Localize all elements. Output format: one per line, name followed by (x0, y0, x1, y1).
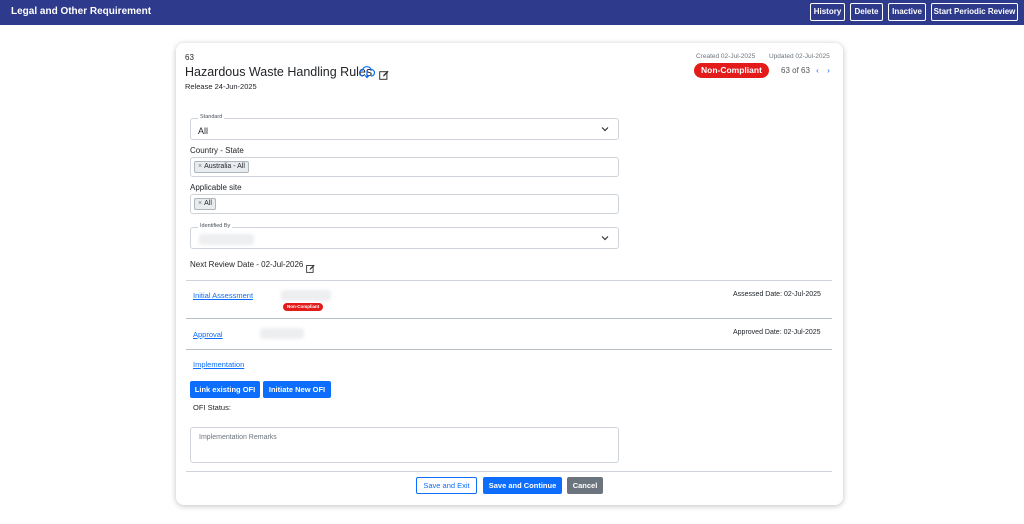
chevron-right-icon[interactable]: › (827, 66, 830, 75)
chip-remove-icon[interactable]: × (198, 163, 202, 170)
applicable-site-label: Applicable site (190, 183, 242, 192)
divider (186, 471, 832, 472)
top-nav-bar: Legal and Other Requirement History Dele… (0, 0, 1024, 25)
identified-by-redacted-value (199, 234, 254, 245)
initial-assessment-link[interactable]: Initial Assessment (193, 291, 253, 300)
save-and-exit-button[interactable]: Save and Exit (416, 477, 477, 494)
identified-by-label: Identified By (198, 223, 233, 229)
standard-select[interactable]: Standard All (190, 114, 619, 140)
identified-by-select[interactable]: Identified By (190, 223, 619, 249)
chevron-down-icon (601, 127, 609, 132)
status-badge: Non-Compliant (694, 63, 769, 78)
initial-assessment-status-badge: Non-Compliant (283, 303, 324, 311)
chevron-down-icon (601, 236, 609, 241)
release-date: Release 24-Jun-2025 (185, 82, 257, 91)
updated-date: Updated 02-Jul-2025 (769, 53, 830, 60)
divider (186, 280, 832, 281)
delete-button[interactable]: Delete (850, 3, 883, 21)
remarks-placeholder: Implementation Remarks (199, 434, 277, 441)
country-state-label: Country - State (190, 146, 244, 155)
country-state-select[interactable]: × Australia - All (190, 157, 619, 177)
next-review-date: Next Review Date - 02-Jul-2026 (190, 260, 304, 269)
implementation-remarks-textarea[interactable]: Implementation Remarks (190, 427, 619, 463)
record-title: Hazardous Waste Handling Rules (185, 65, 373, 79)
edit-icon[interactable] (306, 260, 315, 273)
chevron-left-icon[interactable]: ‹ (816, 66, 819, 75)
cloud-download-icon[interactable] (358, 65, 376, 79)
save-and-continue-button[interactable]: Save and Continue (483, 477, 562, 494)
pager-count: 63 of 63 (781, 66, 810, 75)
divider (186, 318, 832, 319)
edit-icon[interactable] (379, 67, 389, 80)
country-chip[interactable]: × Australia - All (194, 161, 249, 173)
approver-redacted (260, 328, 304, 339)
site-chip[interactable]: × All (194, 198, 216, 210)
inactive-button[interactable]: Inactive (888, 3, 926, 21)
approved-date: Approved Date: 02-Jul-2025 (733, 329, 821, 336)
requirement-card: 63 Hazardous Waste Handling Rules Releas… (176, 43, 843, 505)
cancel-button[interactable]: Cancel (567, 477, 603, 494)
ofi-status-label: OFI Status: (193, 403, 231, 412)
standard-value: All (198, 126, 209, 136)
record-pager: 63 of 63 ‹ › (781, 66, 830, 75)
chip-label: All (204, 200, 212, 207)
implementation-link[interactable]: Implementation (193, 360, 244, 369)
initiate-new-ofi-button[interactable]: Initiate New OFI (263, 381, 331, 398)
record-id: 63 (185, 53, 194, 62)
applicable-site-select[interactable]: × All (190, 194, 619, 214)
start-periodic-review-button[interactable]: Start Periodic Review (931, 3, 1018, 21)
app-title: Legal and Other Requirement (11, 6, 152, 17)
history-button[interactable]: History (810, 3, 845, 21)
link-existing-ofi-button[interactable]: Link existing OFI (190, 381, 260, 398)
assessed-date: Assessed Date: 02-Jul-2025 (733, 291, 821, 298)
assessor-redacted (281, 290, 331, 301)
divider (186, 349, 832, 350)
chip-label: Australia - All (204, 163, 245, 170)
approval-link[interactable]: Approval (193, 330, 223, 339)
created-date: Created 02-Jul-2025 (696, 53, 756, 60)
standard-label: Standard (198, 114, 225, 120)
chip-remove-icon[interactable]: × (198, 200, 202, 207)
